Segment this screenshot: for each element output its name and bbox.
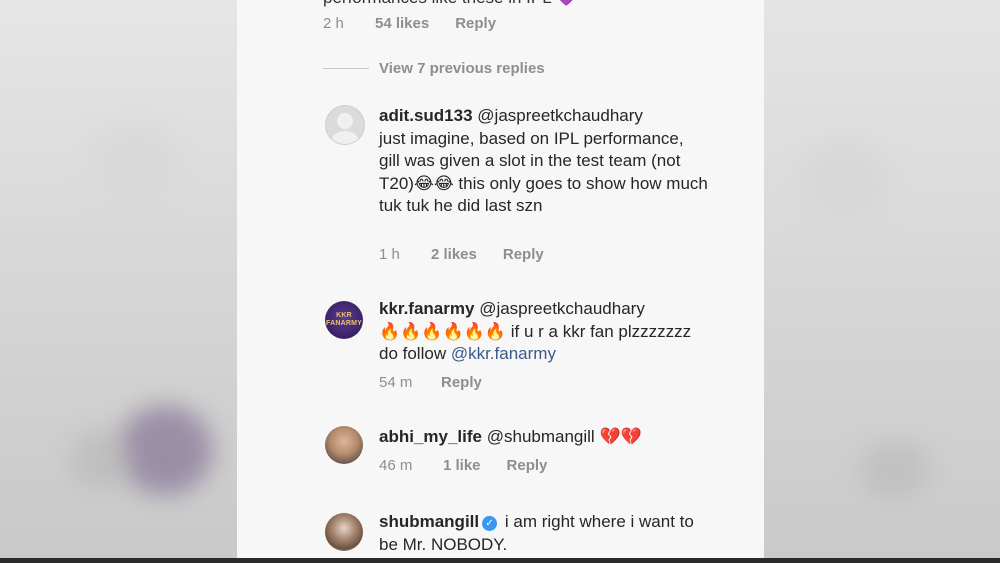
comment-time: 2 h [323,15,344,32]
comment-likes[interactable]: 54 likes [375,15,429,32]
reply-button[interactable]: Reply [503,246,544,263]
view-previous-replies-label: View 7 previous replies [379,60,545,77]
background-blur [70,430,130,490]
reply-button[interactable]: Reply [441,374,482,391]
comment-username[interactable]: kkr.fanarmy [379,299,474,318]
comment-mention[interactable]: @shubmangill [487,427,595,446]
comment-mention[interactable]: @jaspreetkchaudhary [477,106,643,125]
comment-username[interactable]: adit.sud133 [379,106,473,125]
comments-screen: performances like these in IPL 💜 2 h 54 … [237,0,764,563]
view-previous-replies[interactable]: View 7 previous replies [323,60,545,77]
user-avatar[interactable] [325,426,363,464]
comment-text: just imagine, based on IPL performance, … [379,128,708,216]
video-progress-bar [0,558,1000,563]
background-blur [90,120,180,200]
comment-likes[interactable]: 2 likes [431,246,477,263]
comment-username[interactable]: shubmangill [379,512,479,531]
verified-badge-icon: ✓ [482,516,498,531]
comment-body: shubmangill ✓ i am right where i want to … [379,511,709,556]
divider [323,68,369,69]
kkr-fanarmy-avatar[interactable]: KKR FANARMY [325,301,363,339]
comment-item: adit.sud133 @jaspreetkchaudhary just ima… [325,105,745,265]
reply-button[interactable]: Reply [455,15,496,32]
previous-comment-meta: 2 h 54 likes Reply [323,15,496,32]
comment-body: abhi_my_life @shubmangill 💔💔 [379,426,709,449]
comment-meta: 54 m Reply [379,374,482,391]
comment-likes[interactable]: 1 like [443,457,481,474]
avatar-logo-text: KKR FANARMY [325,312,362,327]
comment-time: 1 h [379,246,400,263]
comment-item: abhi_my_life @shubmangill 💔💔 46 m 1 like… [325,426,745,486]
comment-body: kkr.fanarmy @jaspreetkchaudhary 🔥🔥🔥🔥🔥🔥 i… [379,298,709,366]
comment-item: shubmangill ✓ i am right where i want to … [325,511,745,563]
reply-button[interactable]: Reply [507,457,548,474]
comment-body: adit.sud133 @jaspreetkchaudhary just ima… [379,105,709,218]
comment-username[interactable]: abhi_my_life [379,427,482,446]
comment-mention-link[interactable]: @kkr.fanarmy [451,344,556,363]
previous-comment-text: performances like these in IPL 💜 [323,0,577,8]
background-blur [800,140,890,220]
comment-meta: 1 h 2 likes Reply [379,246,544,263]
comment-mention[interactable]: @jaspreetkchaudhary [479,299,645,318]
user-avatar[interactable] [325,513,363,551]
comment-item: KKR FANARMY kkr.fanarmy @jaspreetkchaudh… [325,298,745,398]
comment-time: 54 m [379,374,413,391]
background-blur [860,440,930,500]
comment-time: 46 m [379,457,413,474]
default-avatar-icon[interactable] [325,105,365,145]
comment-meta: 46 m 1 like Reply [379,457,547,474]
background-blur [118,405,213,495]
comment-text: 💔💔 [599,427,642,446]
